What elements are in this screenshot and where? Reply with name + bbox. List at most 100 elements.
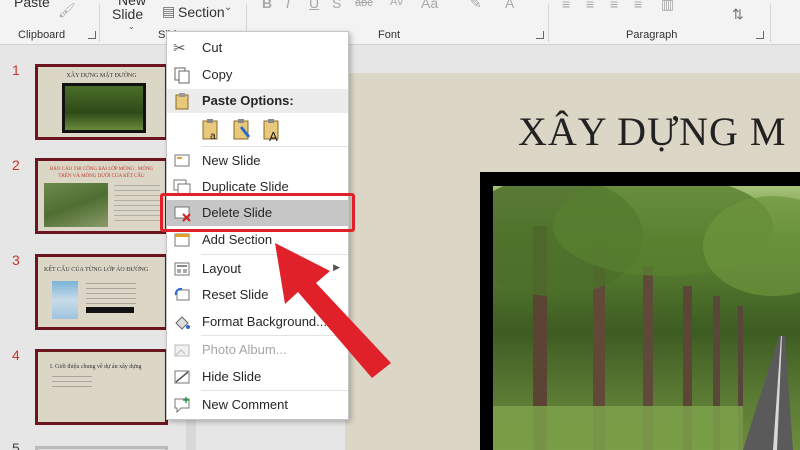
align-left-icon[interactable]: ≡ [562, 0, 570, 12]
paste-picture-icon[interactable]: A [261, 117, 283, 144]
menu-separator [201, 146, 348, 147]
layout-icon [173, 260, 191, 278]
menu-item-new-slide[interactable]: New Slide [167, 148, 348, 174]
new-slide-button[interactable]: Slide [112, 6, 143, 22]
font-launcher-icon[interactable] [536, 31, 544, 39]
char-spacing-icon[interactable]: AV [390, 0, 404, 8]
slide-thumbnail-4[interactable]: I. Giới thiệu chung về dự án xây dựng [35, 349, 168, 425]
strikethrough-icon[interactable]: abc [355, 0, 373, 9]
menu-separator [201, 335, 348, 336]
thumbnail-title: BÁO CÁO THI CÔNG BẢI LỚP MÓNG : MÓNG TRÊ… [49, 167, 154, 179]
underline-icon[interactable]: U [309, 0, 319, 11]
thumbnail-bullets [86, 283, 136, 305]
thumbnail-diagram [52, 281, 78, 319]
menu-item-copy[interactable]: Copy [167, 62, 348, 88]
ribbon: Paste 🖌 Clipboard New Slide ⌄ ▤ Section … [0, 0, 800, 45]
new-slide-icon [173, 152, 191, 170]
slide-number: 3 [12, 252, 20, 268]
menu-separator [201, 390, 348, 391]
menu-item-reset-slide[interactable]: Reset Slide [167, 282, 348, 308]
menu-item-label: New Slide [202, 153, 261, 168]
slide-title[interactable]: XÂY DỰNG M [518, 108, 786, 155]
slide-thumbnail-3[interactable]: KẾT CẤU CỦA TỪNG LỚP ÁO ĐƯỜNG [35, 254, 168, 330]
align-center-icon[interactable]: ≡ [586, 0, 594, 12]
menu-item-format-background[interactable]: Format Background... [167, 309, 348, 335]
thumbnail-title: I. Giới thiệu chung về dự án xây dựng [50, 364, 142, 370]
clipboard-icon [173, 92, 191, 115]
change-case-icon[interactable]: Aa [421, 0, 438, 11]
thumbnail-title: KẾT CẤU CỦA TỪNG LỚP ÁO ĐƯỜNG [44, 267, 149, 273]
menu-item-label: Format Background... [202, 314, 327, 329]
submenu-arrow-icon: ▶ [333, 262, 340, 272]
menu-item-photo-album: Photo Album... [167, 337, 348, 363]
menu-item-label: Add Section [202, 232, 273, 247]
menu-item-label: New Comment [202, 397, 288, 412]
menu-item-label: Photo Album... [202, 342, 287, 357]
menu-item-label: Hide Slide [202, 369, 262, 384]
slide-number: 4 [12, 347, 20, 363]
menu-separator [201, 254, 348, 255]
hide-slide-icon [173, 368, 191, 386]
paste-use-destination-theme-icon[interactable]: a [200, 117, 222, 143]
slide-thumbnail-2[interactable]: BÁO CÁO THI CÔNG BẢI LỚP MÓNG : MÓNG TRÊ… [35, 158, 168, 234]
format-background-icon [173, 313, 191, 331]
slide-thumbnail-5[interactable] [35, 446, 168, 450]
paragraph-group-label: Paragraph [626, 29, 678, 41]
paste-keep-formatting-icon[interactable] [231, 117, 253, 143]
highlight-box [160, 193, 355, 232]
thumbnail-bullets [52, 376, 92, 390]
menu-item-hide-slide[interactable]: Hide Slide [167, 364, 348, 390]
menu-item-label: Cut [202, 40, 223, 55]
copy-icon [173, 66, 191, 84]
paste-button[interactable]: Paste [14, 0, 50, 10]
menu-item-label: Duplicate Slide [202, 179, 289, 194]
italic-icon[interactable]: I [286, 0, 290, 11]
highlight-color-icon[interactable]: ✎ [470, 0, 482, 12]
paste-options-header: Paste Options: [167, 89, 348, 113]
slide-number: 2 [12, 157, 20, 173]
thumbnail-image [44, 183, 108, 227]
chevron-down-icon[interactable]: ⌄ [128, 22, 135, 31]
paste-options-label: Paste Options: [202, 93, 294, 108]
clipboard-launcher-icon[interactable] [88, 31, 96, 39]
clipboard-group-label: Clipboard [18, 29, 66, 41]
slide-number: 1 [12, 62, 20, 78]
thumbnail-title: XÂY DỰNG MẶT ĐƯỜNG [66, 73, 137, 79]
slide-thumbnail-1[interactable]: XÂY DỰNG MẶT ĐƯỜNG [35, 64, 168, 140]
section-button[interactable]: Section [178, 4, 225, 20]
slide-picture[interactable] [493, 186, 800, 450]
justify-icon[interactable]: ≡ [634, 0, 642, 12]
bold-icon[interactable]: B [262, 0, 272, 11]
paragraph-launcher-icon[interactable] [756, 31, 764, 39]
text-direction-icon[interactable]: ⇅ [732, 6, 744, 23]
slide-number: 5 [12, 440, 20, 450]
tree-tunnel-picture [493, 186, 800, 450]
new-comment-icon [173, 396, 191, 414]
ribbon-separator [99, 4, 100, 42]
add-section-icon [173, 231, 191, 249]
menu-item-new-comment[interactable]: New Comment [167, 392, 348, 418]
reset-slide-icon [173, 286, 191, 304]
thumbnail-image [62, 83, 146, 133]
section-icon[interactable]: ▤ [162, 3, 175, 20]
ribbon-separator [770, 4, 771, 42]
menu-item-label: Reset Slide [202, 287, 269, 302]
align-right-icon[interactable]: ≡ [610, 0, 618, 12]
ribbon-separator [548, 4, 549, 42]
shadow-icon[interactable]: S [332, 0, 341, 11]
format-painter-icon[interactable]: 🖌 [58, 2, 76, 19]
columns-icon[interactable]: ▥ [661, 0, 674, 13]
font-group-label: Font [378, 29, 401, 41]
menu-item-cut[interactable]: ✂ Cut [167, 35, 348, 61]
menu-item-label: Layout [202, 261, 242, 276]
font-color-icon[interactable]: A [505, 0, 514, 11]
chevron-down-icon[interactable]: ⌄ [224, 2, 232, 13]
svg-text:a: a [210, 131, 216, 142]
thumbnail-bullets [114, 185, 160, 225]
photo-album-icon [173, 341, 191, 359]
menu-item-label: Copy [202, 67, 233, 82]
thumbnail-table [86, 307, 134, 313]
menu-item-layout[interactable]: Layout ▶ [167, 256, 348, 282]
svg-text:A: A [269, 129, 278, 143]
scissors-icon: ✂ [173, 40, 186, 57]
